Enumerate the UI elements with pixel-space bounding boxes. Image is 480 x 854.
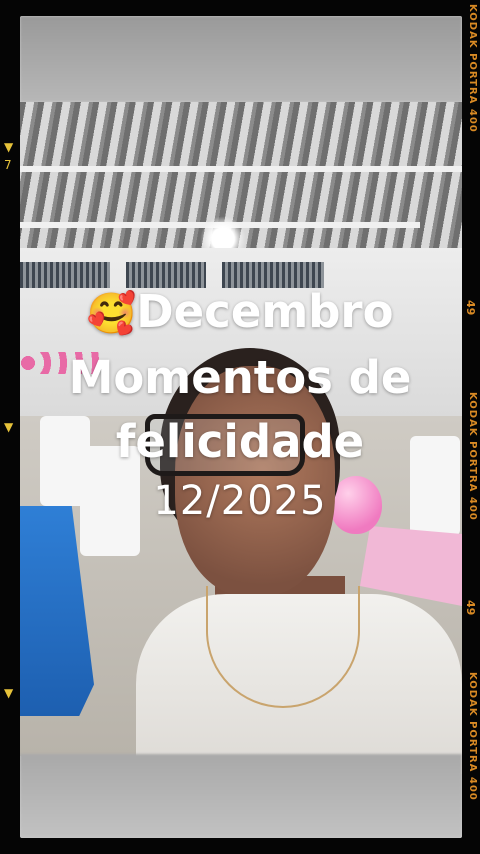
film-marker-triangle: ▼	[4, 686, 14, 700]
film-frame: KODAK PORTRA 400 49 KODAK PORTRA 400 49 …	[0, 0, 480, 854]
blurred-bottom-band	[20, 754, 462, 838]
caption-line-1: 🥰Decembro	[0, 280, 480, 346]
caption-line-3: felicidade	[115, 415, 365, 468]
film-marker-triangle: ▼	[4, 140, 14, 154]
film-edge-label: KODAK PORTRA 400	[467, 4, 478, 133]
caption-overlay: 🥰Decembro Momentos de felicidade 12/2025	[0, 280, 480, 528]
caption-date: 12/2025	[153, 478, 327, 524]
roof-beam	[20, 166, 462, 172]
caption-title: Decembro	[136, 285, 394, 338]
smiling-face-with-hearts-icon: 🥰	[86, 291, 137, 337]
film-frame-number: 49	[464, 600, 477, 616]
film-edge-label: KODAK PORTRA 400	[467, 672, 478, 801]
caption-line-2: Momentos de	[68, 351, 412, 404]
blurred-top-band	[20, 16, 462, 102]
film-tick-number: 7	[4, 158, 12, 172]
